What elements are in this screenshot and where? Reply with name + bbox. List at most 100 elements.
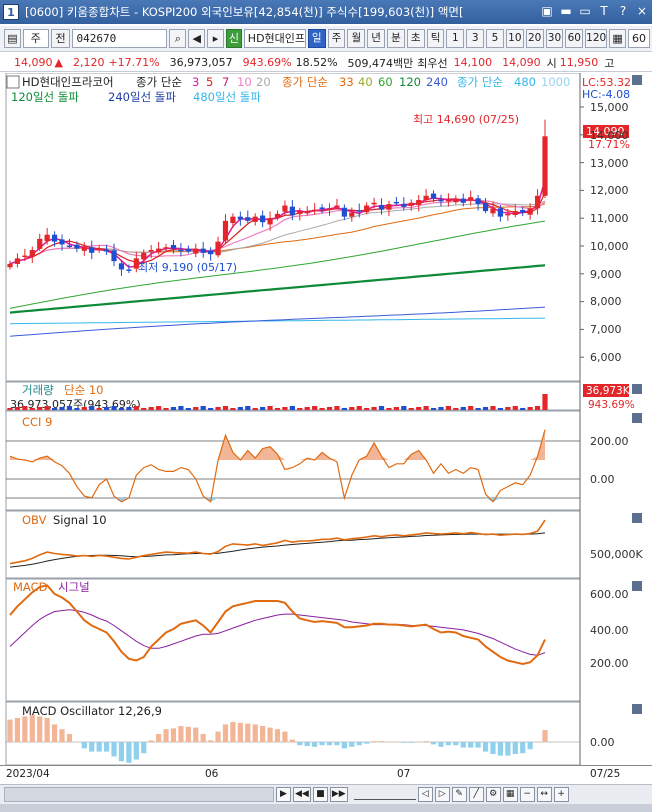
- scroll-right-button[interactable]: ▶: [276, 787, 291, 802]
- timeframe-second[interactable]: 초: [406, 29, 425, 48]
- menu-toggle-button[interactable]: ▤: [4, 29, 21, 48]
- ma-33: 33: [339, 75, 354, 89]
- grid-icon[interactable]: ▦: [502, 787, 518, 802]
- candle-body: [326, 208, 333, 210]
- view-button[interactable]: 전: [50, 29, 71, 48]
- preset-3[interactable]: 3: [466, 29, 485, 48]
- volume-bar: [468, 406, 474, 410]
- preset-1[interactable]: 1: [446, 29, 465, 48]
- volume-bar: [542, 394, 548, 410]
- first-button[interactable]: ◀◀: [293, 787, 311, 802]
- close-icon[interactable]: ×: [634, 3, 650, 19]
- turnover-value: 18.52%: [295, 56, 338, 69]
- zoom-reset-button[interactable]: ↔: [536, 787, 552, 802]
- candle-body: [185, 248, 191, 252]
- candle-body: [156, 248, 162, 253]
- stock-code-input[interactable]: 042670: [72, 29, 168, 48]
- scroll-track[interactable]: [4, 787, 274, 802]
- ma-20: 20: [256, 75, 271, 89]
- osc-bar: [51, 724, 58, 742]
- panel-frame: [5, 578, 581, 702]
- count-input[interactable]: 60: [628, 29, 650, 48]
- volume-bar: [51, 408, 58, 410]
- candle-body: [312, 209, 318, 212]
- settings-icon[interactable]: ⚙: [485, 787, 501, 802]
- preset-30[interactable]: 30: [545, 29, 564, 48]
- volume-bar: [527, 407, 533, 410]
- link-window-icon[interactable]: ▣: [539, 3, 555, 19]
- ma-7: 7: [222, 75, 229, 89]
- preset-10[interactable]: 10: [505, 29, 524, 48]
- best-ask-label: 최우선: [417, 56, 448, 70]
- preset-60[interactable]: 60: [565, 29, 584, 48]
- candle-body: [81, 247, 87, 251]
- ma-240: 240: [426, 75, 448, 89]
- preset-120[interactable]: 120: [585, 29, 608, 48]
- osc-bar: [423, 741, 429, 742]
- ma-1000: 1000: [541, 75, 570, 89]
- osc-bar: [534, 742, 541, 743]
- obv-title: OBV: [22, 513, 47, 527]
- candle-body: [393, 201, 399, 204]
- y-tick-15000: 15,000: [590, 101, 629, 114]
- timeframe-day[interactable]: 일: [307, 29, 326, 48]
- search-icon[interactable]: ⌕: [169, 29, 187, 48]
- candle-body: [118, 263, 125, 270]
- stop-button[interactable]: ■: [312, 787, 328, 802]
- zoom-right-button[interactable]: ▷: [434, 787, 450, 802]
- candle-body: [371, 202, 377, 205]
- osc-bar: [401, 742, 407, 743]
- preset-20[interactable]: 20: [525, 29, 544, 48]
- timeframe-week[interactable]: 주: [327, 29, 346, 48]
- volume-bar: [401, 406, 407, 410]
- osc-bar: [103, 742, 110, 752]
- osc-bar: [44, 718, 50, 742]
- panel-frame: [5, 410, 581, 511]
- ma-10: 10: [237, 75, 252, 89]
- osc-bar: [245, 723, 251, 742]
- volume-bar: [393, 407, 399, 410]
- prev-stock-button[interactable]: ▸: [207, 29, 224, 48]
- macd-tick-200: 200.00: [590, 657, 629, 670]
- ruler-icon[interactable]: ╱: [468, 787, 484, 802]
- volume-bar: [430, 408, 437, 410]
- draw-tool-icon[interactable]: ✎: [451, 787, 467, 802]
- volume-bar: [37, 407, 43, 410]
- sound-icon[interactable]: ◀: [188, 29, 206, 48]
- font-icon[interactable]: T: [596, 3, 612, 19]
- timeframe-year[interactable]: 년: [367, 29, 386, 48]
- zoom-in-button[interactable]: +: [553, 787, 569, 802]
- timeframe-month[interactable]: 월: [347, 29, 366, 48]
- candle-body: [51, 234, 58, 242]
- candle-body: [438, 199, 444, 202]
- panel-toggle-icon[interactable]: [6, 75, 20, 89]
- osc-bar: [96, 742, 102, 752]
- candle-body: [378, 204, 385, 210]
- save-layout-icon[interactable]: ▬: [558, 3, 574, 19]
- volume-bar: [44, 406, 50, 410]
- candle-body: [386, 204, 392, 210]
- zoom-left-button[interactable]: ◁: [417, 787, 433, 802]
- osc-bar: [230, 722, 236, 742]
- zoom-out-button[interactable]: −: [519, 787, 535, 802]
- volume-bar: [378, 406, 385, 410]
- chart-area[interactable]: HD현대인프라코어 종가 단순 3 5 7 10 20 종가 단순 33 40 …: [0, 73, 652, 765]
- zoom-slider[interactable]: [353, 789, 416, 800]
- last-button[interactable]: ▶▶: [329, 787, 348, 802]
- osc-bar: [490, 742, 496, 754]
- timeframe-tick[interactable]: 틱: [426, 29, 445, 48]
- volume-pct-tag: 943.69%: [588, 399, 635, 411]
- osc-bar: [334, 742, 340, 746]
- hc-value: HC:-4.08: [582, 88, 630, 101]
- help-icon[interactable]: ?: [615, 3, 631, 19]
- preset-5[interactable]: 5: [486, 29, 504, 48]
- credit-badge: 신: [225, 29, 242, 48]
- calendar-icon[interactable]: ▦: [609, 29, 626, 48]
- volume-bar: [482, 407, 489, 410]
- osc-bar: [22, 716, 28, 742]
- amount-value: 509,474백만: [347, 56, 414, 70]
- period-type-select[interactable]: 주: [22, 29, 49, 48]
- restore-icon[interactable]: ▭: [577, 3, 593, 19]
- candle-body: [430, 193, 437, 199]
- timeframe-minute[interactable]: 분: [387, 29, 405, 48]
